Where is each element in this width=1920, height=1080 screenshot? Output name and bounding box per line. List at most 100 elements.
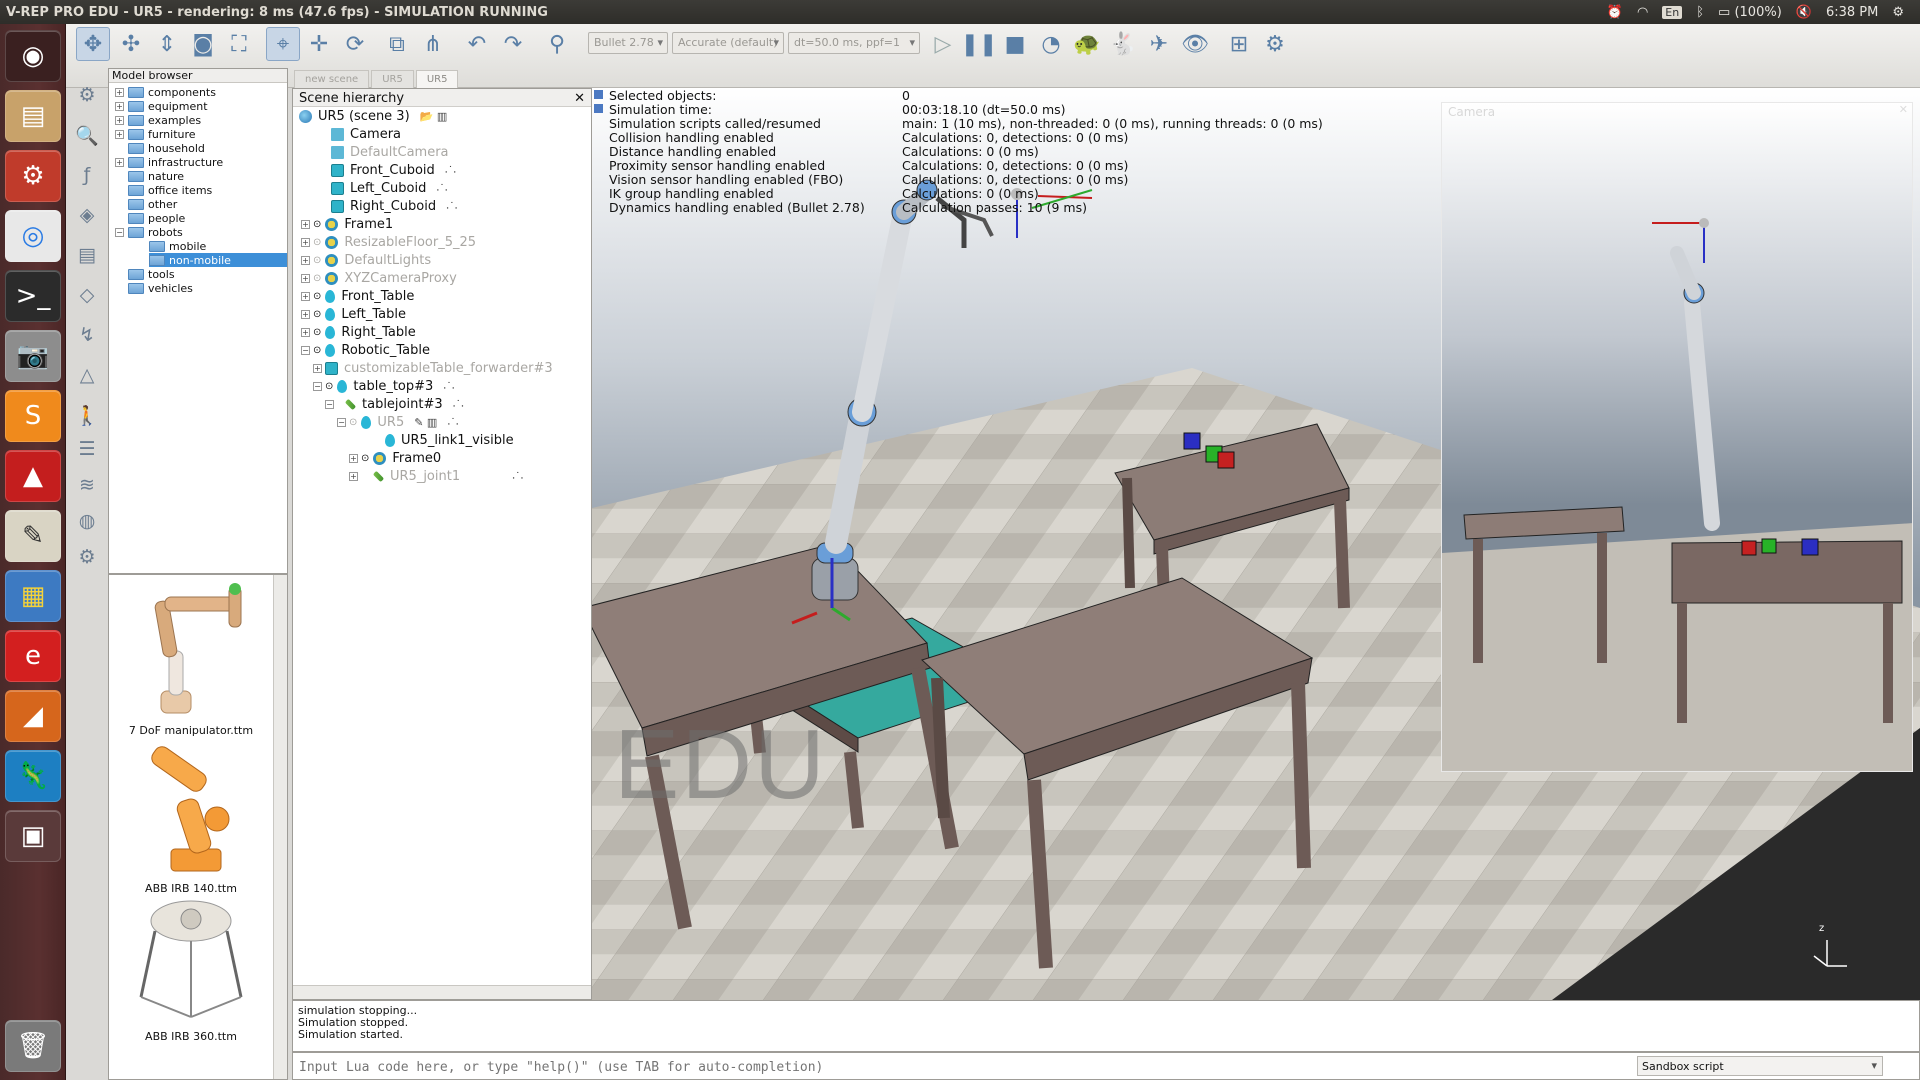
wifi-icon[interactable]: ◠ <box>1637 5 1648 20</box>
power-gear-icon[interactable]: ⚙ <box>1892 5 1904 20</box>
model-thumbnail[interactable]: ABB IRB 140.ttm <box>109 739 273 895</box>
layers-icon[interactable]: ≋ <box>72 470 102 500</box>
workspace-switcher-icon[interactable]: ▣ <box>5 810 61 862</box>
timestep-select[interactable]: dt=50.0 ms, ppf=1 <box>788 32 920 54</box>
scene-object-properties-icon[interactable]: 🔍 <box>72 120 102 150</box>
hierarchy-item[interactable]: − tablejoint#3 ⸳˙⸳ <box>325 395 464 413</box>
selection-icon[interactable]: △ <box>72 360 102 390</box>
model-folder-furniture[interactable]: + furniture <box>115 127 196 141</box>
bluetooth-icon[interactable]: ᛒ <box>1696 5 1704 20</box>
model-folder-equipment[interactable]: + equipment <box>115 99 208 113</box>
camera-rotate-icon[interactable]: ✣ <box>114 27 148 61</box>
pdf-reader-icon[interactable]: ▲ <box>5 450 61 502</box>
scripts-icon[interactable]: ▤ <box>72 240 102 270</box>
hierarchy-item[interactable]: + ⊙ Front_Table <box>301 287 414 305</box>
hierarchy-scrollbar[interactable] <box>293 985 591 999</box>
hierarchy-item[interactable]: − ⊙ UR5 ✎ ▥ ⸳˙⸳ <box>337 413 459 431</box>
hierarchy-item[interactable]: − ⊙ Robotic_Table <box>301 341 430 359</box>
volume-icon[interactable]: 🔇 <box>1796 5 1812 20</box>
start-simulation-icon[interactable]: ▷ <box>926 27 960 61</box>
hierarchy-item[interactable]: + ⊙ DefaultLights <box>301 251 431 269</box>
simulation-settings-icon[interactable]: ⚙ <box>72 80 102 110</box>
hierarchy-item[interactable]: Front_Cuboid ⸳˙⸳ <box>331 161 456 179</box>
camera-pan-icon[interactable]: ✥ <box>76 27 110 61</box>
thumbnails-scrollbar[interactable] <box>273 575 287 1079</box>
scene-selector-icon[interactable]: ⚙ <box>1258 27 1292 61</box>
model-folder-infrastructure[interactable]: + infrastructure <box>115 155 223 169</box>
sublime-text-icon[interactable]: S <box>5 390 61 442</box>
model-folder-office-items[interactable]: office items <box>128 183 212 197</box>
settings-icon[interactable]: ⚙ <box>5 150 61 202</box>
redo-icon[interactable]: ↷ <box>496 27 530 61</box>
scene-hierarchy-toggle-icon[interactable]: ☰ <box>72 434 102 464</box>
user-settings-icon[interactable]: ⚙ <box>72 542 102 572</box>
click-select-icon[interactable]: ⌖ <box>266 27 300 61</box>
matlab-icon[interactable]: ◢ <box>5 690 61 742</box>
hierarchy-item[interactable]: + ⊙ XYZCameraProxy <box>301 269 457 287</box>
email-app-icon[interactable]: e <box>5 630 61 682</box>
undo-icon[interactable]: ↶ <box>460 27 494 61</box>
battery-indicator[interactable]: ▭ (100%) <box>1718 5 1782 20</box>
model-folder-nature[interactable]: nature <box>128 169 184 183</box>
model-folder-examples[interactable]: + examples <box>115 113 201 127</box>
path-edit-icon[interactable]: ↯ <box>72 320 102 350</box>
hierarchy-item[interactable]: Right_Cuboid ⸳˙⸳ <box>331 197 458 215</box>
text-editor-icon[interactable]: ✎ <box>5 510 61 562</box>
hierarchy-item[interactable]: Camera <box>331 125 401 143</box>
accuracy-select[interactable]: Accurate (default) <box>672 32 784 54</box>
camera-app-icon[interactable]: 📷 <box>5 330 61 382</box>
speed-up-icon[interactable]: 🐇 <box>1106 27 1140 61</box>
slides-icon[interactable]: ▦ <box>5 570 61 622</box>
collections-icon[interactable]: ◈ <box>72 200 102 230</box>
tab-new-scene[interactable]: new scene <box>294 70 370 89</box>
model-folder-vehicles[interactable]: vehicles <box>128 281 193 295</box>
model-folder-other[interactable]: other <box>128 197 177 211</box>
hierarchy-item[interactable]: UR5 (scene 3) 📂 ▥ <box>299 107 447 125</box>
lua-command-input[interactable] <box>295 1056 1625 1078</box>
hierarchy-item[interactable]: + ⊙ Left_Table <box>301 305 406 323</box>
realtime-mode-icon[interactable]: ◔ <box>1034 27 1068 61</box>
visualization-toggle-icon[interactable]: 👁 <box>1178 27 1212 61</box>
model-folder-components[interactable]: + components <box>115 85 216 99</box>
thread-rendering-icon[interactable]: ✈ <box>1142 27 1176 61</box>
terminal-icon[interactable]: >_ <box>5 270 61 322</box>
camera-angle-icon[interactable]: ◙ <box>186 27 220 61</box>
info-toggle-icon[interactable] <box>594 104 603 113</box>
stop-simulation-icon[interactable]: ■ <box>998 27 1032 61</box>
close-icon[interactable]: ✕ <box>1899 103 1908 116</box>
model-folder-tools[interactable]: tools <box>128 267 175 281</box>
camera-shift-icon[interactable]: ⇕ <box>150 27 184 61</box>
hierarchy-item[interactable]: + ⊙ ResizableFloor_5_25 <box>301 233 476 251</box>
fit-to-view-icon[interactable]: ⛶ <box>222 27 256 61</box>
camera-floating-view[interactable]: Camera ✕ <box>1441 102 1913 772</box>
model-thumbnail[interactable]: 7 DoF manipulator.ttm <box>109 581 273 737</box>
model-thumbnail[interactable]: ABB IRB 360.ttm <box>109 897 273 1043</box>
calculation-modules-icon[interactable]: ƒ <box>72 160 102 190</box>
model-folder-non-mobile[interactable]: non-mobile <box>149 253 287 267</box>
transfer-dna-icon[interactable]: ⋔ <box>416 27 450 61</box>
hierarchy-item[interactable]: + ⊙ Right_Table <box>301 323 416 341</box>
page-selector-icon[interactable]: ⊞ <box>1222 27 1256 61</box>
vrep-icon[interactable]: 🦎 <box>5 750 61 802</box>
clock[interactable]: 6:38 PM <box>1826 5 1878 20</box>
keyboard-language[interactable]: En <box>1662 5 1683 19</box>
model-folder-household[interactable]: household <box>128 141 205 155</box>
info-toggle-icon[interactable] <box>594 90 603 99</box>
shape-edit-icon[interactable]: ◇ <box>72 280 102 310</box>
model-browser-toggle-icon[interactable]: 🚶 <box>72 400 102 430</box>
script-icon[interactable]: 📂 ▥ <box>420 110 448 123</box>
dash-home-icon[interactable]: ◉ <box>5 30 61 82</box>
hierarchy-item[interactable]: Left_Cuboid ⸳˙⸳ <box>331 179 448 197</box>
pause-simulation-icon[interactable]: ❚❚ <box>961 27 998 61</box>
model-folder-people[interactable]: people <box>128 211 185 225</box>
object-rotate-icon[interactable]: ⟳ <box>338 27 372 61</box>
alarm-icon[interactable]: ⏰ <box>1607 5 1623 20</box>
tab-ur5[interactable]: UR5 <box>371 70 414 89</box>
object-shift-icon[interactable]: ✛ <box>302 27 336 61</box>
hierarchy-item[interactable]: − ⊙ table_top#3 ⸳˙⸳ <box>313 377 455 395</box>
hierarchy-item[interactable]: + ⊙ Frame1 <box>301 215 393 233</box>
hierarchy-item[interactable]: + ⊙ Frame0 <box>349 449 441 467</box>
video-recorder-icon[interactable]: ◍ <box>72 506 102 536</box>
assemble-icon[interactable]: ⧉ <box>380 27 414 61</box>
close-icon[interactable]: ✕ <box>574 91 585 106</box>
